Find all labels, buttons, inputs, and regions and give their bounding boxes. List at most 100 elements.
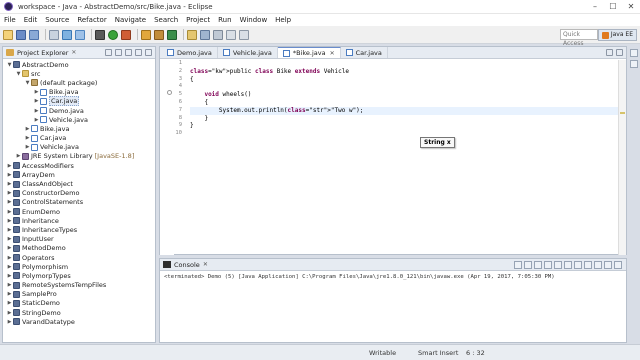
tree-item[interactable]: ▶ Polymorphism bbox=[3, 262, 155, 271]
collapse-all-icon[interactable] bbox=[105, 49, 112, 56]
chevron-right-icon[interactable]: ▶ bbox=[6, 319, 13, 325]
tree-item[interactable]: ▶ InputUser bbox=[3, 235, 155, 244]
code-line[interactable]: System.out.println(class="str">"Two w"); bbox=[190, 106, 620, 115]
tree-item[interactable]: ▶ InheritanceTypes bbox=[3, 225, 155, 234]
chevron-right-icon[interactable]: ▶ bbox=[33, 117, 40, 123]
chevron-right-icon[interactable]: ▶ bbox=[6, 300, 13, 306]
editor-tab[interactable]: Demo.java bbox=[162, 47, 218, 58]
tree-item[interactable]: ▶ StringDemo bbox=[3, 308, 155, 317]
tree-item[interactable]: ▶ PolymorpTypes bbox=[3, 271, 155, 280]
editor-tab[interactable]: Vehicle.java bbox=[218, 47, 278, 58]
chevron-right-icon[interactable]: ▶ bbox=[33, 89, 40, 95]
word-wrap-icon[interactable] bbox=[564, 260, 572, 269]
chevron-right-icon[interactable]: ▶ bbox=[6, 163, 13, 169]
clear-console-icon[interactable] bbox=[544, 260, 552, 269]
code-line[interactable] bbox=[190, 60, 620, 68]
tree-item[interactable]: ▶ Vehicle.java bbox=[3, 143, 155, 152]
minimize-view-icon[interactable] bbox=[135, 49, 142, 56]
chevron-right-icon[interactable]: ▶ bbox=[6, 172, 13, 178]
new-java-project-icon[interactable] bbox=[141, 29, 151, 40]
chevron-right-icon[interactable]: ▶ bbox=[6, 190, 13, 196]
editor-scrollbar[interactable] bbox=[618, 60, 626, 255]
tree-item[interactable]: ▶ AccessModifiers bbox=[3, 161, 155, 170]
highlight-icon[interactable] bbox=[75, 29, 85, 40]
remove-all-icon[interactable] bbox=[534, 260, 542, 269]
chevron-right-icon[interactable]: ▶ bbox=[6, 209, 13, 215]
chevron-right-icon[interactable]: ▶ bbox=[33, 98, 40, 104]
menu-navigate[interactable]: Navigate bbox=[115, 16, 146, 24]
search-icon[interactable] bbox=[200, 29, 210, 40]
java-ee-perspective-button[interactable]: Java EE bbox=[597, 29, 637, 41]
forward-icon[interactable] bbox=[239, 29, 249, 40]
close-icon[interactable]: ✕ bbox=[203, 261, 208, 268]
menu-search[interactable]: Search bbox=[154, 16, 178, 24]
tree-item[interactable]: ▼ (default package) bbox=[3, 78, 155, 87]
remove-launch-icon[interactable] bbox=[524, 260, 532, 269]
chevron-right-icon[interactable]: ▶ bbox=[6, 181, 13, 187]
tree-item[interactable]: ▶ VarandDatatype bbox=[3, 317, 155, 326]
maximize-view-icon[interactable] bbox=[616, 49, 623, 56]
tree-item[interactable]: ▶ Vehicle.java bbox=[3, 115, 155, 124]
tree-item[interactable]: ▶ MethodDemo bbox=[3, 244, 155, 253]
code-line[interactable]: class="kw">public class Bike extends Veh… bbox=[190, 68, 620, 76]
minimize-view-icon[interactable] bbox=[606, 49, 613, 56]
debug-icon[interactable] bbox=[95, 29, 105, 40]
code-line[interactable]: } bbox=[190, 115, 620, 123]
tree-item[interactable]: ▶ ControlStatements bbox=[3, 198, 155, 207]
quick-access-field[interactable]: Quick Access bbox=[560, 29, 598, 47]
chevron-right-icon[interactable]: ▶ bbox=[24, 135, 31, 141]
tree-item[interactable]: ▶ EnumDemo bbox=[3, 207, 155, 216]
menu-edit[interactable]: Edit bbox=[24, 16, 38, 24]
close-window-button[interactable]: ✕ bbox=[622, 0, 640, 14]
close-icon[interactable]: ✕ bbox=[330, 50, 335, 57]
chevron-right-icon[interactable]: ▶ bbox=[24, 126, 31, 132]
chevron-right-icon[interactable]: ▶ bbox=[6, 255, 13, 261]
external-tools-icon[interactable] bbox=[121, 29, 131, 40]
chevron-right-icon[interactable]: ▶ bbox=[6, 291, 13, 297]
menu-project[interactable]: Project bbox=[186, 16, 210, 24]
tree-item[interactable]: ▶ Bike.java bbox=[3, 124, 155, 133]
chevron-right-icon[interactable]: ▶ bbox=[6, 264, 13, 270]
tab-console[interactable]: Console ✕ bbox=[163, 261, 208, 269]
tree-item[interactable]: ▶ RemoteSystemsTempFiles bbox=[3, 281, 155, 290]
new-package-icon[interactable] bbox=[154, 29, 164, 40]
open-type-icon[interactable] bbox=[187, 29, 197, 40]
chevron-right-icon[interactable]: ▶ bbox=[15, 153, 22, 159]
tree-item[interactable]: ▶ JRE System Library [JavaSE-1.8] bbox=[3, 152, 155, 161]
tree-item[interactable]: ▶ StaticDemo bbox=[3, 299, 155, 308]
chevron-down-icon[interactable]: ▼ bbox=[15, 71, 22, 77]
tree-item[interactable]: ▼ AbstractDemo bbox=[3, 60, 155, 69]
maximize-button[interactable]: ☐ bbox=[604, 0, 622, 14]
scroll-lock-icon[interactable] bbox=[554, 260, 562, 269]
code-area[interactable]: class="kw">public class Bike extends Veh… bbox=[190, 60, 620, 138]
open-console-icon[interactable] bbox=[594, 260, 602, 269]
code-line[interactable] bbox=[190, 83, 620, 91]
tree-item[interactable]: ▶ Demo.java bbox=[3, 106, 155, 115]
tree-item[interactable]: ▶ Car.java bbox=[3, 96, 155, 107]
pin-console-icon[interactable] bbox=[574, 260, 582, 269]
tree-item[interactable]: ▶ ArrayDem bbox=[3, 170, 155, 179]
link-editor-icon[interactable] bbox=[115, 49, 122, 56]
tree-item[interactable]: ▶ Inheritance bbox=[3, 216, 155, 225]
chevron-right-icon[interactable]: ▶ bbox=[6, 273, 13, 279]
code-line[interactable]: } bbox=[190, 122, 620, 130]
code-line[interactable]: { bbox=[190, 99, 620, 107]
chevron-right-icon[interactable]: ▶ bbox=[24, 144, 31, 150]
chevron-right-icon[interactable]: ▶ bbox=[33, 108, 40, 114]
tree-item[interactable]: ▶ Car.java bbox=[3, 134, 155, 143]
code-line[interactable]: { bbox=[190, 76, 620, 84]
tree-item[interactable]: ▶ Operators bbox=[3, 253, 155, 262]
save-all-icon[interactable] bbox=[29, 29, 39, 40]
overview-ruler-mark[interactable] bbox=[620, 112, 625, 114]
chevron-down-icon[interactable]: ▼ bbox=[24, 80, 31, 86]
annotation-icon[interactable] bbox=[213, 29, 223, 40]
maximize-view-icon[interactable] bbox=[614, 260, 622, 269]
tree-item[interactable]: ▶ ConstructorDemo bbox=[3, 189, 155, 198]
chevron-right-icon[interactable]: ▶ bbox=[6, 218, 13, 224]
menu-file[interactable]: File bbox=[4, 16, 16, 24]
chevron-right-icon[interactable]: ▶ bbox=[6, 236, 13, 242]
chevron-right-icon[interactable]: ▶ bbox=[6, 199, 13, 205]
chevron-right-icon[interactable]: ▶ bbox=[6, 245, 13, 251]
view-menu-icon[interactable] bbox=[125, 49, 132, 56]
code-line[interactable]: void wheels() bbox=[190, 91, 620, 99]
